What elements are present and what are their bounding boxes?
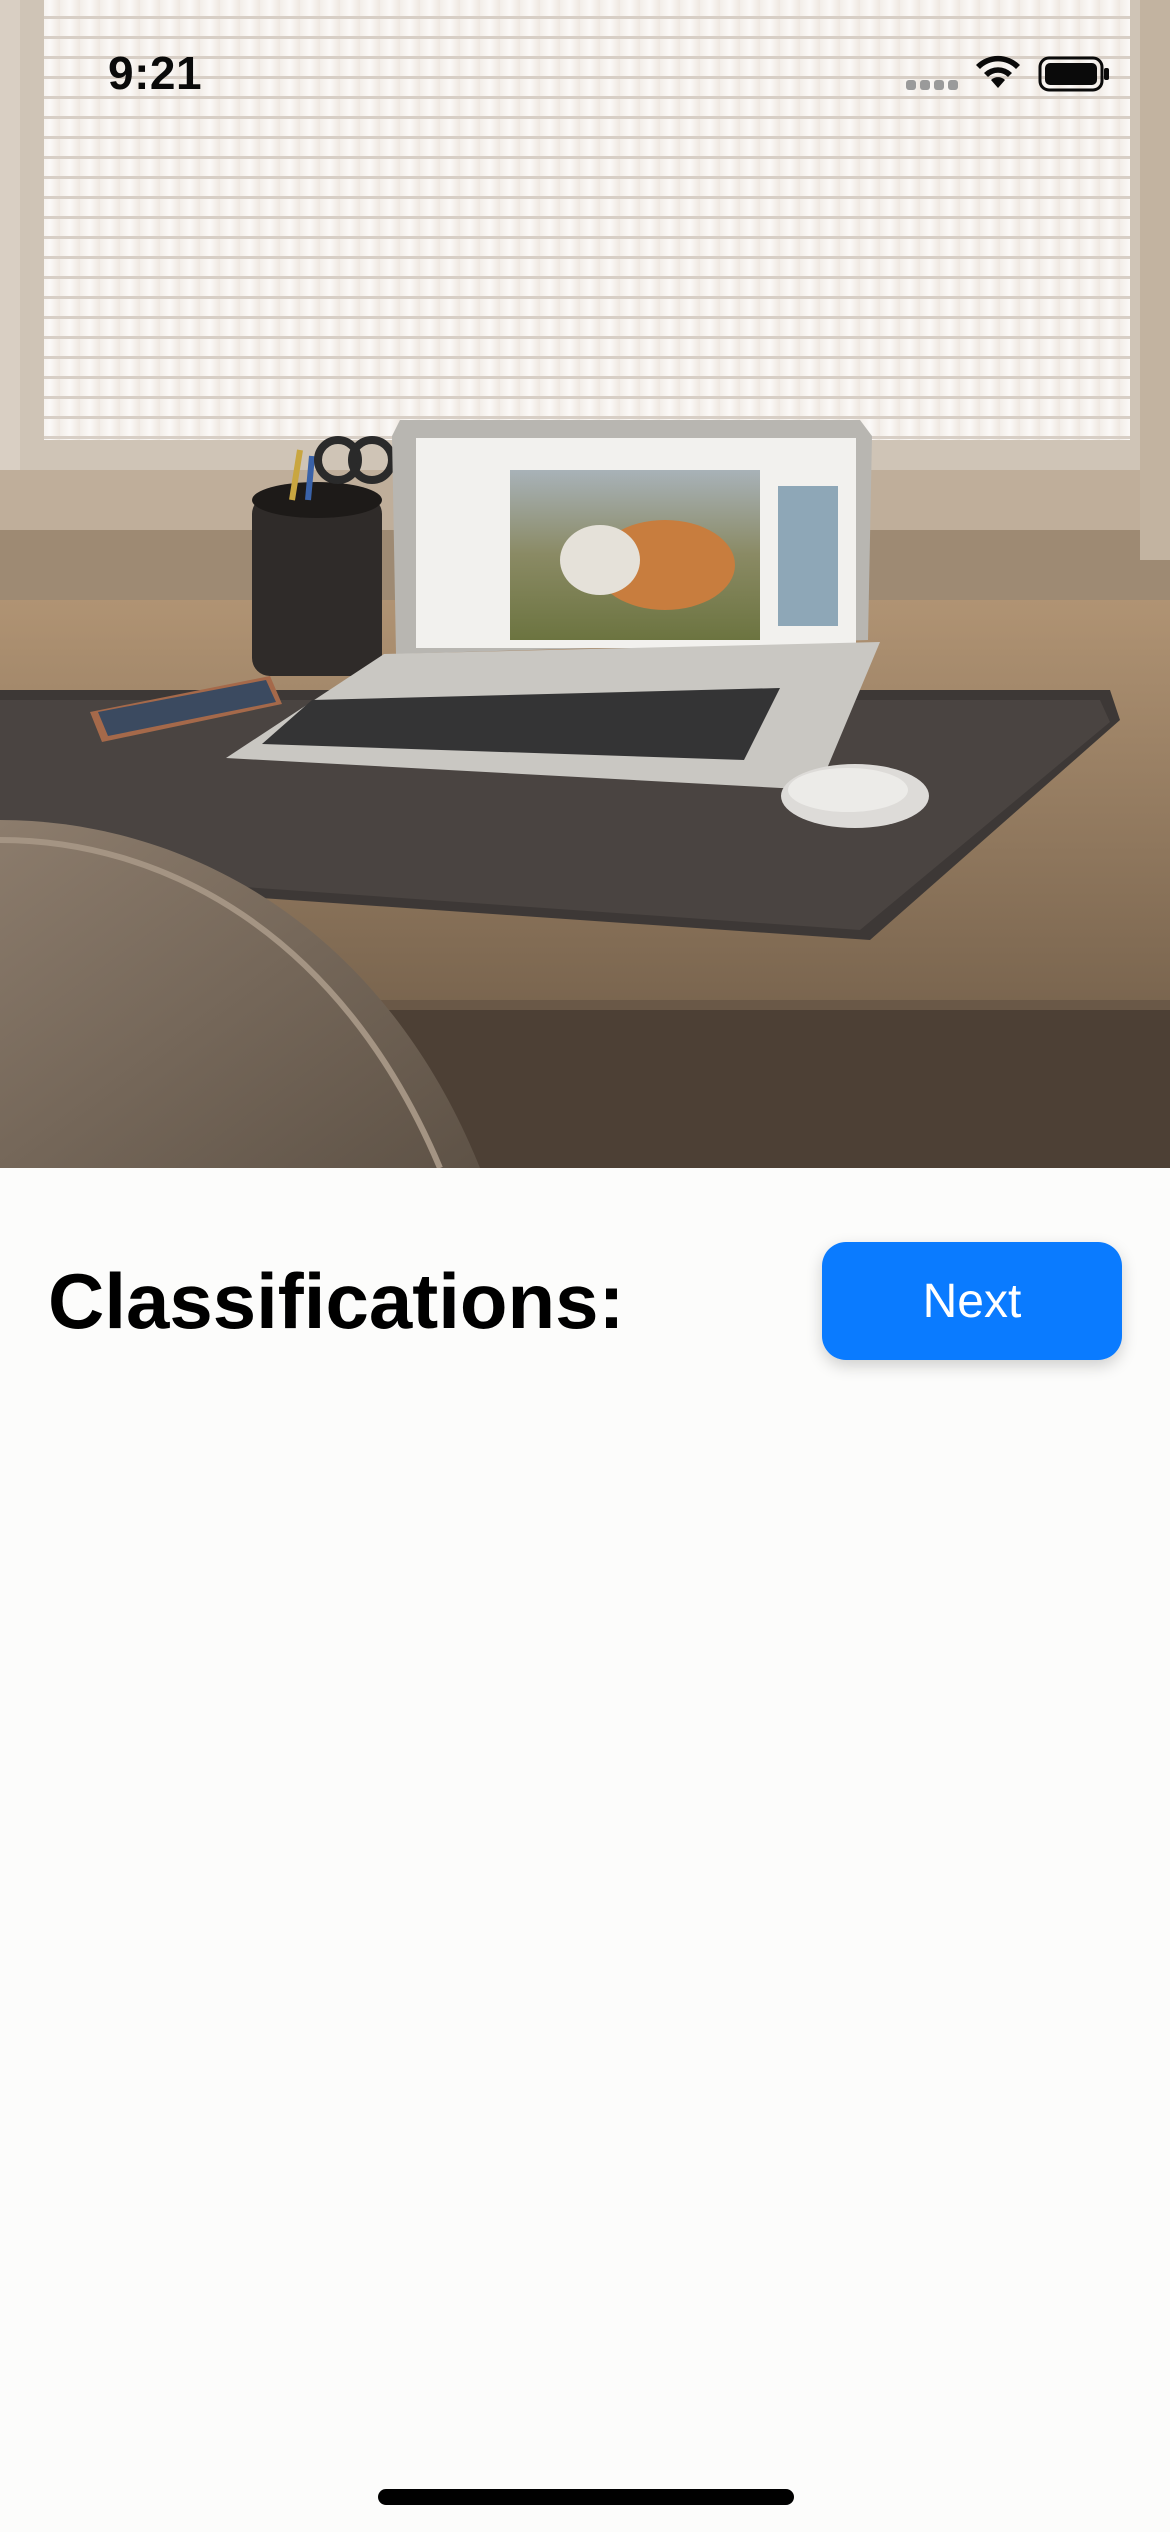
status-bar: 9:21 (0, 0, 1170, 140)
home-indicator[interactable] (378, 2489, 794, 2505)
cellular-signal-icon (906, 80, 960, 90)
wifi-icon (976, 55, 1020, 88)
photo (0, 0, 1170, 1168)
page-title: Classifications: (48, 1257, 625, 1345)
battery-icon (1038, 56, 1109, 92)
next-button[interactable]: Next (822, 1242, 1122, 1360)
status-time: 9:21 (108, 47, 203, 99)
classification-list (48, 1390, 1122, 2410)
